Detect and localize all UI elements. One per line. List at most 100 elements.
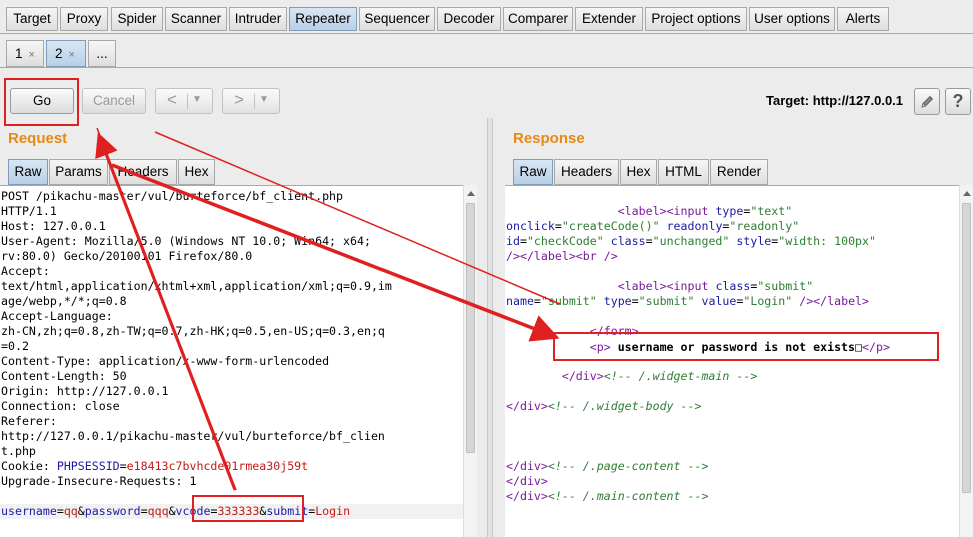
param-name: password: [84, 504, 141, 518]
tab-extender[interactable]: Extender: [575, 7, 643, 31]
code-tag: </div>: [506, 399, 548, 413]
new-tab-button[interactable]: ...: [88, 40, 116, 67]
request-line: http://127.0.0.1/pikachu-master/vul/burt…: [1, 429, 385, 443]
request-title: Request: [8, 130, 68, 147]
code-string: "submit": [540, 294, 597, 308]
code-attr: type: [715, 204, 744, 218]
code-attr: id: [506, 234, 520, 248]
scroll-up-icon[interactable]: [963, 191, 971, 196]
code-string: "Login": [743, 294, 793, 308]
code-eq: =: [533, 294, 541, 308]
scroll-up-icon[interactable]: [467, 191, 475, 196]
tab-spider[interactable]: Spider: [111, 7, 163, 31]
tab-decoder[interactable]: Decoder: [437, 7, 501, 31]
code-string: "text": [750, 204, 793, 218]
code-tag: </div>: [506, 474, 548, 488]
code-string: "submit": [638, 294, 695, 308]
response-scrollbar[interactable]: [959, 185, 973, 537]
response-tab-headers[interactable]: Headers: [554, 159, 619, 185]
response-line: id="checkCode" class="unchanged" style="…: [506, 234, 876, 249]
code-tag: <label>: [617, 204, 667, 218]
request-tab-headers[interactable]: Headers: [109, 159, 177, 185]
tab-sequencer[interactable]: Sequencer: [359, 7, 435, 31]
code-attr: onclick: [506, 219, 555, 233]
tab-scanner[interactable]: Scanner: [165, 7, 227, 31]
request-line: Host: 127.0.0.1: [1, 219, 106, 233]
request-line: zh-CN,zh;q=0.8,zh-TW;q=0.7,zh-HK;q=0.5,e…: [1, 324, 385, 338]
request-line: t.php: [1, 444, 36, 458]
code-string: "checkCode": [526, 234, 604, 248]
new-tab-label: ...: [96, 46, 108, 61]
code-string: "unchanged": [652, 234, 730, 248]
response-editor[interactable]: <label><input type="text" onclick="creat…: [505, 185, 959, 537]
code-attr: readonly: [666, 219, 723, 233]
cookie-name: PHPSESSID: [56, 459, 120, 473]
tab-proxy[interactable]: Proxy: [60, 7, 108, 31]
response-tab-html[interactable]: HTML: [658, 159, 709, 185]
tab-alerts[interactable]: Alerts: [837, 7, 889, 31]
response-highlight-box: [553, 332, 939, 361]
request-tab-hex[interactable]: Hex: [178, 159, 215, 185]
code-attr: type: [603, 294, 632, 308]
response-tab-raw[interactable]: Raw: [513, 159, 553, 185]
param-value: qqq: [147, 504, 169, 518]
code-tag: </div>: [561, 369, 604, 383]
request-editor[interactable]: POST /pikachu-master/vul/burteforce/bf_c…: [0, 185, 463, 537]
close-icon[interactable]: ×: [29, 49, 35, 61]
request-line: rv:80.0) Gecko/20100101 Firefox/80.0: [1, 249, 253, 263]
eq: =: [56, 504, 64, 518]
response-line: </div><!-- /.main-content -->: [506, 489, 708, 504]
code-eq: =: [645, 234, 653, 248]
cookie-prefix: Cookie:: [1, 459, 57, 473]
code-comment: <!-- /.widget-body -->: [547, 399, 702, 413]
response-tab-hex[interactable]: Hex: [620, 159, 657, 185]
tab-target[interactable]: Target: [6, 7, 58, 31]
response-line: </div><!-- /.widget-main -->: [506, 369, 757, 384]
forward-button[interactable]: > ▼: [222, 88, 280, 114]
request-line: Upgrade-Insecure-Requests: 1: [1, 474, 197, 488]
back-arrow-icon: <: [167, 90, 177, 109]
separator: [187, 94, 188, 109]
code-attr: name: [506, 294, 534, 308]
pencil-icon[interactable]: [914, 88, 940, 115]
repeater-tab-1[interactable]: 1 ×: [6, 40, 44, 67]
response-tab-render[interactable]: Render: [710, 159, 768, 185]
request-scrollbar[interactable]: [463, 185, 477, 537]
help-icon[interactable]: ?: [945, 88, 971, 115]
scroll-thumb[interactable]: [466, 203, 475, 453]
cancel-button[interactable]: Cancel: [82, 88, 146, 114]
request-tab-params[interactable]: Params: [49, 159, 108, 185]
go-highlight-box: [4, 78, 79, 126]
repeater-tab-2[interactable]: 2 ×: [46, 40, 86, 67]
code-string: "submit": [757, 279, 814, 293]
forward-arrow-icon: >: [234, 90, 244, 109]
request-line: HTTP/1.1: [1, 204, 57, 218]
scroll-thumb[interactable]: [962, 203, 971, 493]
close-icon[interactable]: ×: [69, 49, 75, 61]
tab-project-options[interactable]: Project options: [645, 7, 747, 31]
code-tag: <input: [666, 279, 709, 293]
tab-comparer[interactable]: Comparer: [503, 7, 573, 31]
code-eq: =: [554, 219, 562, 233]
code-string: "createCode()": [561, 219, 660, 233]
tab-intruder[interactable]: Intruder: [229, 7, 287, 31]
response-line: </div><!-- /.widget-body -->: [506, 399, 701, 414]
amp: &: [168, 504, 176, 518]
param-name: username: [1, 504, 57, 518]
code-attr: class: [715, 279, 751, 293]
code-tag: </div>: [506, 459, 548, 473]
pane-splitter[interactable]: [487, 118, 493, 537]
back-button[interactable]: < ▼: [155, 88, 213, 114]
response-line: </div>: [506, 474, 548, 489]
tab-user-options[interactable]: User options: [749, 7, 835, 31]
request-tab-raw[interactable]: Raw: [8, 159, 48, 185]
chevron-down-icon[interactable]: ▼: [259, 89, 269, 111]
chevron-down-icon[interactable]: ▼: [192, 89, 202, 111]
divider: [0, 67, 973, 68]
code-string: "readonly": [729, 219, 800, 233]
response-line: </div><!-- /.page-content -->: [506, 459, 708, 474]
code-tag: /></label><br />: [506, 249, 618, 263]
tab-repeater[interactable]: Repeater: [289, 7, 357, 31]
request-line: =0.2: [1, 339, 29, 353]
code-tag: </div>: [506, 489, 548, 503]
